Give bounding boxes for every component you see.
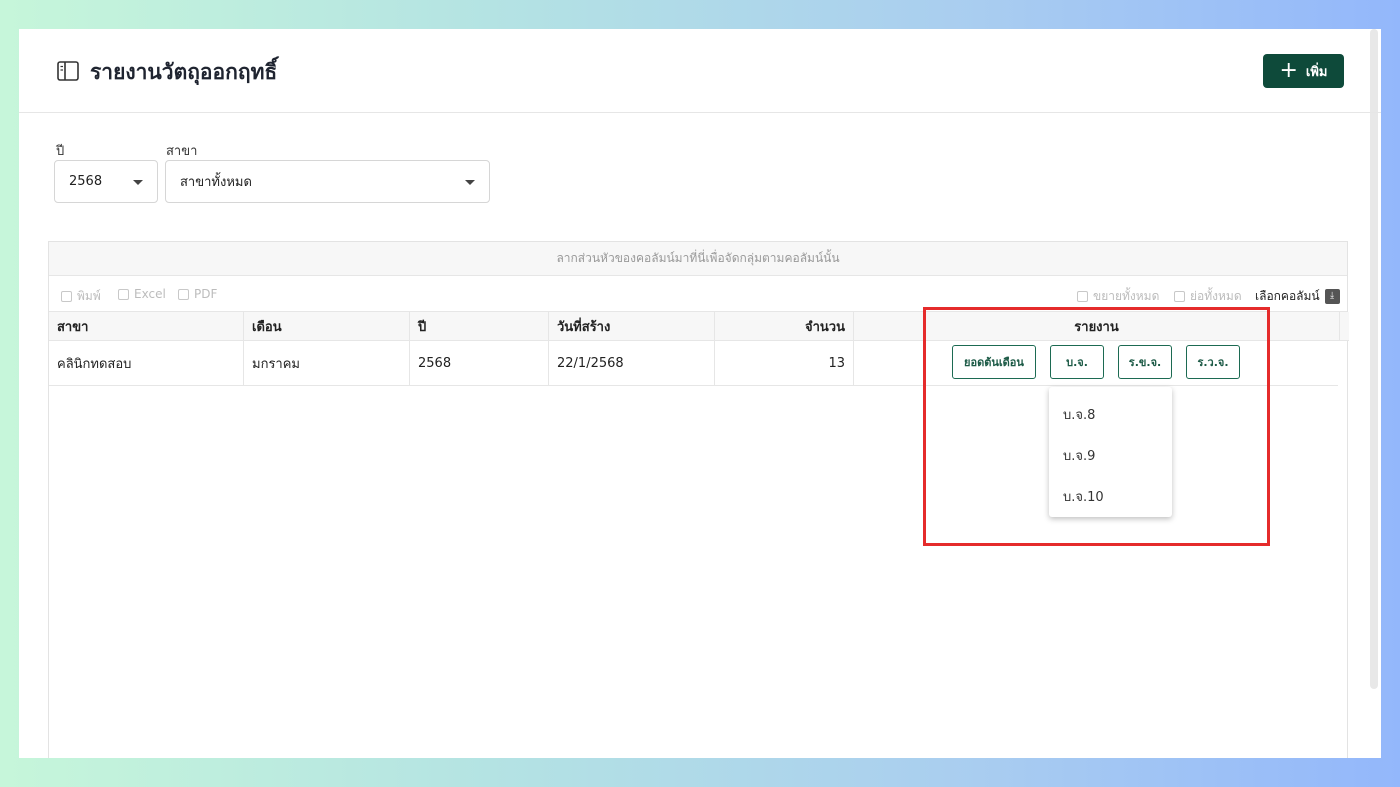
excel-label: Excel (134, 287, 166, 301)
collapse-icon (1174, 291, 1185, 302)
column-header-created-date[interactable]: วันที่สร้าง (549, 312, 715, 341)
cell-year: 2568 (410, 341, 549, 385)
year-value: 2568 (69, 174, 103, 189)
cell-branch: คลินิกทดสอบ (49, 341, 244, 385)
report-card: รายงานวัตถุออกฤทธิ์ + เพิ่ม ปี 2568 สาขา… (19, 29, 1381, 758)
pdf-icon[interactable]: ⤓ (1324, 289, 1340, 304)
choose-columns-button[interactable]: เลือกคอลัมน์ ⤓ (1255, 287, 1340, 306)
highlight-box (923, 307, 1270, 546)
pdf-label: PDF (194, 287, 218, 301)
book-icon (57, 61, 79, 81)
expand-icon (1077, 291, 1088, 302)
column-header-month[interactable]: เดือน (244, 312, 410, 341)
year-label: ปี (56, 144, 65, 159)
excel-button[interactable]: Excel (118, 287, 166, 301)
page-title: รายงานวัตถุออกฤทธิ์ (90, 60, 278, 84)
pdf-file-icon (178, 288, 189, 300)
expand-all-label: ขยายทั้งหมด (1093, 289, 1160, 303)
page-header: รายงานวัตถุออกฤทธิ์ + เพิ่ม (19, 29, 1381, 113)
branch-label: สาขา (166, 144, 198, 159)
expand-all-button[interactable]: ขยายทั้งหมด (1077, 287, 1159, 306)
choose-columns-label: เลือกคอลัมน์ (1255, 289, 1320, 303)
excel-icon (118, 288, 129, 300)
chevron-down-icon (133, 180, 143, 185)
column-header-branch[interactable]: สาขา (49, 312, 244, 341)
collapse-all-button[interactable]: ย่อทั้งหมด (1174, 287, 1242, 306)
print-label: พิมพ์ (77, 289, 101, 303)
printer-icon (61, 291, 72, 302)
cell-month: มกราคม (244, 341, 410, 385)
add-button-label: เพิ่ม (1305, 64, 1328, 80)
plus-icon: + (1279, 58, 1298, 83)
cell-created-date: 22/1/2568 (549, 341, 715, 385)
scrollbar[interactable] (1370, 29, 1378, 689)
group-panel[interactable]: ลากส่วนหัวของคอลัมน์มาที่นี่เพื่อจัดกลุ่… (49, 242, 1347, 276)
branch-select[interactable]: สาขาทั้งหมด (165, 160, 490, 203)
collapse-all-label: ย่อทั้งหมด (1190, 289, 1242, 303)
cell-amount: 13 (715, 341, 854, 385)
add-button[interactable]: + เพิ่ม (1263, 54, 1344, 88)
column-header-amount[interactable]: จำนวน (715, 312, 854, 341)
chevron-down-icon (465, 180, 475, 185)
pdf-button[interactable]: PDF (178, 287, 217, 301)
print-button[interactable]: พิมพ์ (61, 287, 101, 306)
column-header-year[interactable]: ปี (410, 312, 549, 341)
branch-value: สาขาทั้งหมด (180, 175, 252, 190)
year-select[interactable]: 2568 (54, 160, 158, 203)
